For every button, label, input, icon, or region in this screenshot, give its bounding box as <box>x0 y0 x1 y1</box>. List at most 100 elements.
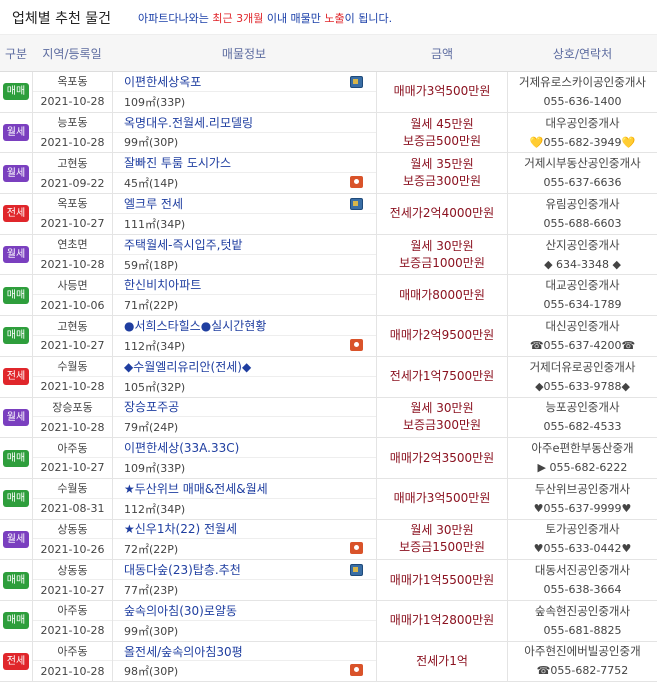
table-row[interactable]: 월세 연초면 2021-10-28 주택월세-즉시입주,텃밭 59㎡(18P) 월세 30… <box>0 234 657 276</box>
price-main: 매매가2억9500만원 <box>389 328 495 343</box>
price-cell: 매매가8000만원 <box>376 275 508 316</box>
agency-name[interactable]: 능포공인중개사 <box>545 398 619 417</box>
type-cell: 월세 <box>0 520 32 560</box>
listing-title-link[interactable]: 주택월세-즉시입주,텃밭 <box>124 236 243 253</box>
listing-title-link[interactable]: 옥명대우.전월세.리모델링 <box>124 114 253 131</box>
type-badge: 전세 <box>3 652 29 670</box>
price-deposit: 보증금500만원 <box>402 133 482 148</box>
camera-icon[interactable] <box>350 338 363 351</box>
listing-title-link[interactable]: 한신비치아파트 <box>124 276 201 293</box>
table-row[interactable]: 매매 수월동 2021-08-31 ★두산위브 매매&전세&월세 112㎡(34P) 매매… <box>0 478 657 520</box>
price-main: 매매가2억3500만원 <box>389 450 495 465</box>
date-text: 2021-10-28 <box>40 135 105 149</box>
agency-phone: ♥055-633-0442♥ <box>533 542 632 556</box>
info-cell: 엘크루 전세 111㎡(34P) <box>112 194 376 234</box>
listing-title-link[interactable]: 대동다숲(23)탑층.추천 <box>124 561 241 578</box>
agency-name[interactable]: 토가공인중개사 <box>545 520 619 539</box>
agency-cell: 숲속현진공인중개사 055-681-8825 <box>508 601 657 641</box>
type-badge: 월세 <box>3 164 29 182</box>
camera-icon[interactable] <box>350 664 363 677</box>
price-main: 매매가3억500만원 <box>393 84 491 99</box>
listing-title-link[interactable]: 숲속의아침(30)로얄동 <box>124 602 237 619</box>
agency-name[interactable]: 대신공인중개사 <box>545 317 619 336</box>
listing-title-link[interactable]: 엘크루 전세 <box>124 195 183 212</box>
table-row[interactable]: 전세 수월동 2021-10-28 ◆수월엘리유리안(전세)◆ 105㎡(32P) 전세가… <box>0 356 657 398</box>
table-row[interactable]: 월세 고현동 2021-09-22 잘빠진 투룸 도시가스 45㎡(14P) 월세 35만… <box>0 153 657 195</box>
table-row[interactable]: 매매 상동동 2021-10-27 대동다숲(23)탑층.추천 77㎡(23P) 매매가1… <box>0 560 657 601</box>
area-text: 45㎡(14P) <box>124 177 179 191</box>
price-main: 매매가8000만원 <box>399 287 485 302</box>
region-text: 능포동 <box>33 113 112 133</box>
title-bar: 업체별 추천 물건 아파트다나와는 최근 3개월 이내 매물만 노출이 됩니다. <box>0 0 657 34</box>
photo-icon[interactable] <box>350 76 363 88</box>
region-text: 고현동 <box>33 316 112 336</box>
type-badge: 매매 <box>3 490 29 508</box>
type-cell: 전세 <box>0 642 32 682</box>
price-cell: 월세 30만원 보증금1500만원 <box>376 519 508 560</box>
agency-name[interactable]: 대교공인중개사 <box>545 276 619 295</box>
listing-title-link[interactable]: ●서희스타힐스●실시간현황 <box>124 317 266 334</box>
table-row[interactable]: 전세 옥포동 2021-10-27 엘크루 전세 111㎡(34P) 전세가2억4000만… <box>0 194 657 235</box>
price-main: 매매가3억500만원 <box>393 491 491 506</box>
table-row[interactable]: 매매 고현동 2021-10-27 ●서희스타힐스●실시간현황 112㎡(34P) 매매가… <box>0 316 657 357</box>
listing-title-link[interactable]: 올전세/숲속의아침30평 <box>124 643 243 660</box>
listing-title-link[interactable]: 장승포주공 <box>124 398 179 415</box>
agency-name[interactable]: 대동서진공인중개사 <box>535 561 630 580</box>
region-cell: 수월동 2021-10-28 <box>32 356 112 397</box>
listing-title-link[interactable]: ★두산위브 매매&전세&월세 <box>124 480 268 497</box>
type-badge: 전세 <box>3 368 29 386</box>
table-row[interactable]: 매매 옥포동 2021-10-28 이편한세상옥포 109㎡(33P) 매매가3억500만… <box>0 72 657 113</box>
photo-icon[interactable] <box>350 564 363 577</box>
region-cell: 아주동 2021-10-27 <box>32 438 112 478</box>
agency-name[interactable]: 거제더유로공인중개사 <box>530 358 636 377</box>
area-text: 98㎡(30P) <box>124 665 179 679</box>
photo-icon[interactable] <box>350 198 363 211</box>
listing-title-link[interactable]: ◆수월엘리유리안(전세)◆ <box>124 358 251 375</box>
camera-icon[interactable] <box>350 176 363 189</box>
table-row[interactable]: 매매 아주동 2021-10-27 이편한세상(33A.33C) 109㎡(33P) 매매… <box>0 438 657 479</box>
agency-name[interactable]: 숲속현진공인중개사 <box>535 602 630 621</box>
info-cell: ●서희스타힐스●실시간현황 112㎡(34P) <box>112 316 376 356</box>
area-text: 77㎡(23P) <box>124 584 179 598</box>
region-cell: 장승포동 2021-10-28 <box>32 397 112 438</box>
area-text: 71㎡(22P) <box>124 299 179 313</box>
agency-name[interactable]: 아주e편한부동산중개 <box>531 439 633 458</box>
price-cell: 월세 30만원 보증금1000만원 <box>376 234 508 275</box>
agency-phone: ☎055-682-7752 <box>536 664 629 678</box>
agency-cell: 대신공인중개사 ☎055-637-4200☎ <box>508 316 657 356</box>
camera-icon[interactable] <box>350 542 363 555</box>
table-header: 구분 지역/등록일 매물정보 금액 상호/연락처 <box>0 34 657 72</box>
listing-title-link[interactable]: 이편한세상옥포 <box>124 73 201 90</box>
table-row[interactable]: 전세 아주동 2021-10-28 올전세/숲속의아침30평 98㎡(30P) 전세가1억… <box>0 641 657 683</box>
type-cell: 매매 <box>0 479 32 519</box>
agency-name[interactable]: 거제유로스카이공인중개사 <box>519 73 646 92</box>
listing-title-link[interactable]: ★신우1차(22) 전월세 <box>124 520 237 537</box>
agency-phone: ▶ 055-682-6222 <box>537 461 628 475</box>
area-text: 59㎡(18P) <box>124 258 179 272</box>
agency-phone: 055-688-6603 <box>543 216 622 230</box>
agency-cell: 거제더유로공인중개사 ◆055-633-9788◆ <box>508 357 657 397</box>
type-cell: 월세 <box>0 113 32 153</box>
region-text: 상동동 <box>33 560 112 581</box>
listing-title-link[interactable]: 이편한세상(33A.33C) <box>124 439 239 456</box>
price-main: 월세 30만원 <box>410 523 474 538</box>
agency-name[interactable]: 유림공인중개사 <box>545 195 619 214</box>
price-cell: 월세 45만원 보증금500만원 <box>376 112 508 153</box>
listing-title-link[interactable]: 잘빠진 투룸 도시가스 <box>124 154 231 171</box>
type-badge: 매매 <box>3 571 29 589</box>
agency-name[interactable]: 대우공인중개사 <box>545 114 619 133</box>
region-text: 아주동 <box>33 642 112 662</box>
agency-name[interactable]: 아주현진에버빌공인중개 <box>524 642 640 661</box>
agency-name[interactable]: 거제시부동산공인중개사 <box>524 154 640 173</box>
table-row[interactable]: 월세 상동동 2021-10-26 ★신우1차(22) 전월세 72㎡(22P) 월세 3… <box>0 519 657 561</box>
table-row[interactable]: 월세 장승포동 2021-10-28 장승포주공 79㎡(24P) 월세 30만원 보증금3… <box>0 397 657 439</box>
table-row[interactable]: 월세 능포동 2021-10-28 옥명대우.전월세.리모델링 99㎡(30P) 월세 4… <box>0 112 657 154</box>
region-cell: 옥포동 2021-10-28 <box>32 72 112 112</box>
region-cell: 사등면 2021-10-06 <box>32 275 112 316</box>
table-row[interactable]: 매매 사등면 2021-10-06 한신비치아파트 71㎡(22P) 매매가8000만원 대… <box>0 275 657 317</box>
price-cell: 매매가2억3500만원 <box>376 438 508 478</box>
agency-cell: 거제시부동산공인중개사 055-637-6636 <box>508 153 657 193</box>
agency-name[interactable]: 두산위브공인중개사 <box>535 480 630 499</box>
agency-name[interactable]: 산지공인중개사 <box>545 236 619 255</box>
table-row[interactable]: 매매 아주동 2021-10-28 숲속의아침(30)로얄동 99㎡(30P) 매매가1억… <box>0 600 657 642</box>
